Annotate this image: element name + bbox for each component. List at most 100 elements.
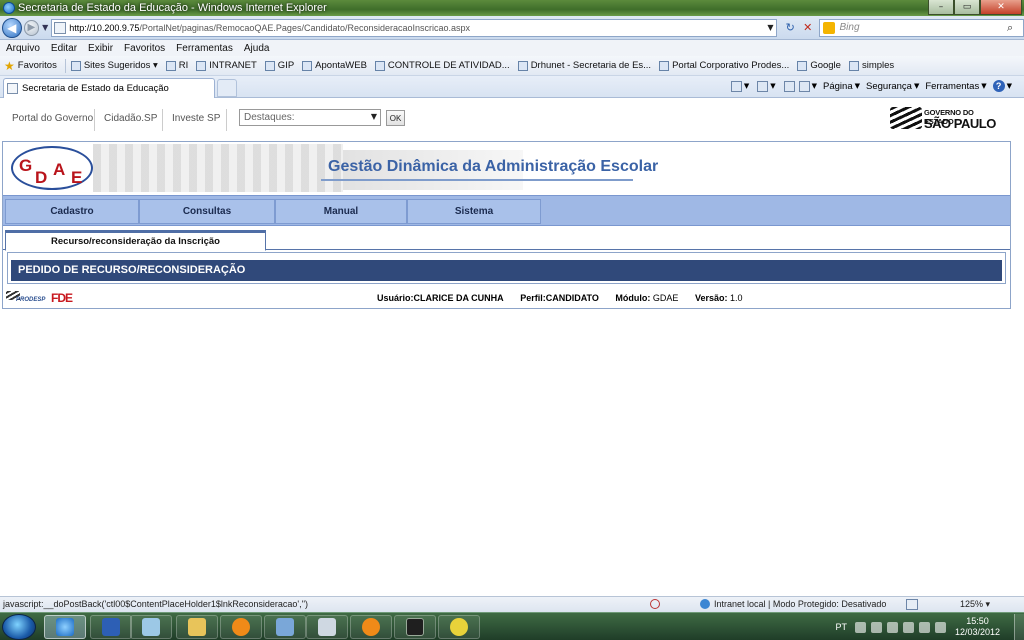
- fav-simples[interactable]: simples: [848, 60, 894, 71]
- bookmark-icon: [264, 60, 275, 71]
- address-dropdown-icon[interactable]: ▼: [764, 23, 776, 32]
- refresh-button[interactable]: ↻: [780, 19, 799, 37]
- title-underline: [321, 179, 633, 181]
- link-cidadao-sp[interactable]: Cidadão.SP: [104, 113, 157, 124]
- terminal-icon: [406, 618, 424, 636]
- game-icon: [450, 618, 468, 636]
- menu-arquivo[interactable]: Arquivo: [6, 43, 40, 54]
- fav-apontaweb[interactable]: ApontaWEB: [302, 60, 367, 71]
- fav-google[interactable]: Google: [797, 60, 841, 71]
- clock[interactable]: 15:50 12/03/2012: [955, 616, 1000, 638]
- network-tray-icon[interactable]: [918, 621, 930, 633]
- menu-ferramentas[interactable]: Ferramentas: [176, 43, 233, 54]
- browser-tab-active[interactable]: Secretaria de Estado da Educação: [3, 78, 215, 98]
- mail-icon[interactable]: [783, 80, 795, 92]
- bing-icon: [823, 21, 836, 34]
- fav-ri[interactable]: RI: [165, 60, 188, 71]
- nav-manual[interactable]: Manual: [275, 199, 407, 224]
- star-icon: ★: [4, 58, 15, 73]
- fav-drhunet[interactable]: Drhunet - Secretaria de Es...: [517, 60, 651, 71]
- url-text[interactable]: http://10.200.9.75/PortalNet/paginas/Rem…: [69, 23, 764, 33]
- recent-pages-dropdown-icon[interactable]: ▼: [42, 23, 48, 32]
- print-dropdown-icon[interactable]: ▼: [812, 82, 817, 90]
- taskbar-game[interactable]: [438, 615, 480, 639]
- taskbar-terminal[interactable]: [394, 615, 436, 639]
- fav-controle-atividades[interactable]: CONTROLE DE ATIVIDAD...: [374, 60, 510, 71]
- protected-mode-icon[interactable]: [906, 599, 918, 610]
- security-menu[interactable]: Segurança: [866, 81, 912, 92]
- new-tab-button[interactable]: [217, 79, 237, 97]
- language-indicator[interactable]: PT: [835, 622, 847, 632]
- tools-menu[interactable]: Ferramentas: [925, 81, 979, 92]
- fav-portal-prodesp[interactable]: Portal Corporativo Prodes...: [659, 60, 789, 71]
- page-footer: PRODESP FDE Usuário:CLARICE DA CUNHA Per…: [3, 288, 1010, 308]
- gdae-frame: G D A E Gestão Dinâmica da Administração…: [2, 141, 1011, 309]
- fav-sites-sugeridos[interactable]: Sites Sugeridos ▾: [70, 60, 158, 71]
- tab-recurso-reconsideracao[interactable]: Recurso/reconsideração da Inscrição: [5, 230, 266, 251]
- page-tab-strip: Recurso/reconsideração da Inscrição: [3, 228, 1010, 251]
- feeds-dropdown-icon[interactable]: ▼: [770, 82, 775, 90]
- help-dropdown-icon[interactable]: ▼: [1007, 82, 1012, 90]
- search-box[interactable]: Bing ⌕: [819, 18, 1024, 37]
- taskbar-app-orange-2[interactable]: [350, 615, 392, 639]
- menu-editar[interactable]: Editar: [51, 43, 77, 54]
- link-portal-do-governo[interactable]: Portal do Governo: [12, 113, 93, 124]
- search-placeholder[interactable]: Bing: [839, 22, 1007, 33]
- page-menu[interactable]: Página: [823, 81, 853, 92]
- bookmark-icon: [374, 60, 385, 71]
- destaques-select[interactable]: Destaques: ▼: [239, 109, 381, 126]
- panel-title: PEDIDO DE RECURSO/RECONSIDERAÇÃO: [11, 260, 1002, 281]
- fav-gip[interactable]: GIP: [264, 60, 294, 71]
- chevron-down-icon[interactable]: ▼: [981, 82, 986, 90]
- chevron-down-icon[interactable]: ▼: [855, 82, 860, 90]
- show-hidden-icons-icon[interactable]: [902, 621, 914, 633]
- security-status-icon[interactable]: [650, 599, 660, 609]
- help-tray-icon[interactable]: [870, 621, 882, 633]
- taskbar-notepad[interactable]: [130, 615, 172, 639]
- nav-consultas[interactable]: Consultas: [139, 199, 275, 224]
- taskbar-app-orange[interactable]: [220, 615, 262, 639]
- taskbar-explorer[interactable]: [176, 615, 218, 639]
- modulo-label: Módulo:: [615, 293, 651, 303]
- bookmark-icon: [70, 60, 81, 71]
- back-button[interactable]: ◀: [2, 17, 22, 38]
- menu-favoritos[interactable]: Favoritos: [124, 43, 165, 54]
- taskbar-ie[interactable]: [44, 615, 86, 639]
- show-desktop-button[interactable]: [1014, 614, 1024, 640]
- home-icon[interactable]: [730, 80, 742, 92]
- stop-button[interactable]: ✕: [800, 19, 816, 37]
- menu-exibir[interactable]: Exibir: [88, 43, 113, 54]
- minimize-button[interactable]: –: [928, 0, 954, 15]
- chevron-down-icon[interactable]: ▼: [914, 82, 919, 90]
- help-icon[interactable]: ?: [992, 80, 1005, 92]
- close-window-button[interactable]: ✕: [980, 0, 1022, 15]
- network-icon: [276, 618, 294, 636]
- favorites-button[interactable]: ★ Favoritos: [4, 59, 57, 73]
- request-panel: PEDIDO DE RECURSO/RECONSIDERAÇÃO: [7, 252, 1006, 284]
- home-dropdown-icon[interactable]: ▼: [744, 82, 749, 90]
- main-nav-menu: Cadastro Consultas Manual Sistema: [3, 195, 1010, 226]
- fav-intranet[interactable]: INTRANET: [196, 60, 257, 71]
- forward-button[interactable]: ▶: [23, 19, 40, 36]
- zoom-level[interactable]: 125% ▾: [960, 599, 990, 610]
- taskbar-network[interactable]: [264, 615, 306, 639]
- security-zone[interactable]: Intranet local | Modo Protegido: Desativ…: [700, 599, 886, 609]
- maximize-button[interactable]: ▭: [954, 0, 980, 15]
- window-title-bar: Secretaria de Estado da Educação - Windo…: [0, 0, 1024, 16]
- tray-icon[interactable]: [854, 621, 866, 633]
- nav-cadastro[interactable]: Cadastro: [5, 199, 139, 224]
- search-icon[interactable]: ⌕: [1007, 21, 1023, 35]
- volume-icon[interactable]: [934, 621, 946, 633]
- address-bar[interactable]: http://10.200.9.75/PortalNet/paginas/Rem…: [51, 18, 778, 37]
- menu-ajuda[interactable]: Ajuda: [244, 43, 270, 54]
- taskbar-calculator[interactable]: [306, 615, 348, 639]
- start-button[interactable]: [2, 614, 36, 640]
- nav-sistema[interactable]: Sistema: [407, 199, 541, 224]
- ok-button[interactable]: OK: [386, 110, 405, 126]
- link-investe-sp[interactable]: Investe SP: [172, 113, 220, 124]
- tray-icon[interactable]: [886, 621, 898, 633]
- page-content: Portal do Governo Cidadão.SP Investe SP …: [0, 99, 1024, 596]
- taskbar-word[interactable]: [90, 615, 132, 639]
- print-icon[interactable]: [798, 80, 810, 92]
- feeds-icon[interactable]: [757, 80, 769, 92]
